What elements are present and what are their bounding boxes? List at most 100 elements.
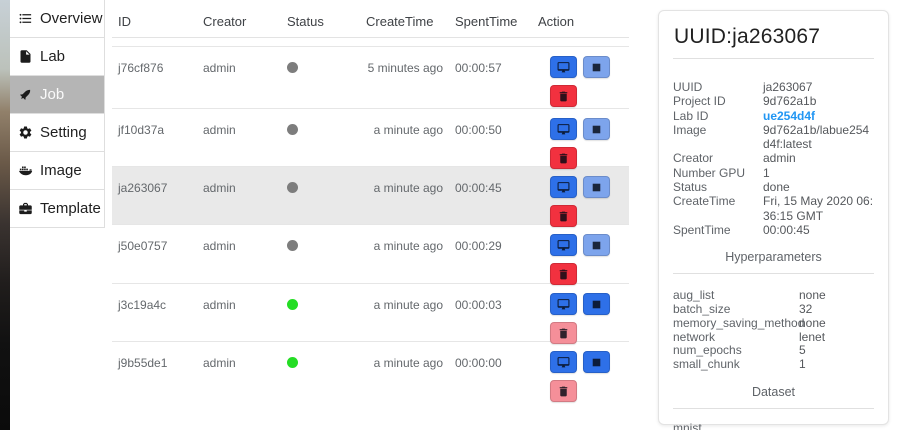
table-row[interactable]: j3c19a4c admin a minute ago 00:00:03 xyxy=(112,284,629,342)
table-spacer-row xyxy=(112,38,629,47)
job-createtime: a minute ago xyxy=(366,284,443,312)
field-value: 00:00:45 xyxy=(763,223,874,237)
job-spenttime: 00:00:57 xyxy=(443,47,537,75)
stop-icon xyxy=(590,123,603,136)
field-value: Fri, 15 May 2020 06:36:15 GMT xyxy=(763,194,874,223)
status-dot-running xyxy=(287,357,298,368)
column-header-id: ID xyxy=(118,14,203,29)
sidebar-item-label: Image xyxy=(40,162,82,179)
lab-id-link[interactable]: ue254d4f xyxy=(763,109,874,123)
field-value: ja263067 xyxy=(763,80,874,94)
view-log-button[interactable] xyxy=(550,176,577,198)
table-row-selected[interactable]: ja263067 admin a minute ago 00:00:45 xyxy=(112,167,629,225)
monitor-icon xyxy=(557,181,570,194)
param-label: small_chunk xyxy=(673,358,799,372)
sidebar-item-overview[interactable]: Overview xyxy=(10,0,104,38)
rocket-icon xyxy=(18,87,33,102)
sidebar-item-label: Lab xyxy=(40,48,65,65)
field-value: 9d762a1b/labue254d4f:latest xyxy=(763,123,874,152)
monitor-icon xyxy=(557,61,570,74)
field-value: admin xyxy=(763,151,874,165)
job-creator: admin xyxy=(203,284,287,312)
param-value: 32 xyxy=(799,303,874,317)
trash-icon xyxy=(557,210,570,223)
sidebar-item-template[interactable]: Template xyxy=(10,190,104,228)
monitor-icon xyxy=(557,239,570,252)
delete-button[interactable] xyxy=(550,263,577,285)
divider xyxy=(673,408,874,409)
trash-icon xyxy=(557,385,570,398)
job-creator: admin xyxy=(203,167,287,195)
view-log-button[interactable] xyxy=(550,118,577,140)
job-id: j76cf876 xyxy=(118,47,203,75)
file-icon xyxy=(18,49,33,64)
job-createtime: 5 minutes ago xyxy=(366,47,443,75)
detail-title: UUID:ja263067 xyxy=(674,25,874,49)
param-label: memory_saving_method xyxy=(673,317,799,331)
table-row[interactable]: jf10d37a admin a minute ago 00:00:50 xyxy=(112,109,629,167)
delete-button[interactable] xyxy=(550,147,577,169)
param-value: none xyxy=(799,317,874,331)
job-spenttime: 00:00:45 xyxy=(443,167,537,195)
column-header-spenttime: SpentTime xyxy=(443,14,537,29)
sidebar-item-setting[interactable]: Setting xyxy=(10,114,104,152)
param-value: 5 xyxy=(799,344,874,358)
table-row[interactable]: j76cf876 admin 5 minutes ago 00:00:57 xyxy=(112,47,629,109)
param-label: network xyxy=(673,331,799,345)
delete-button[interactable] xyxy=(550,380,577,402)
trash-icon xyxy=(557,152,570,165)
dataset-value: mnist xyxy=(673,421,874,430)
table-row[interactable]: j9b55de1 admin a minute ago 00:00:00 xyxy=(112,342,629,428)
sidebar: Overview Lab Job Setting Image Template xyxy=(10,0,105,228)
trash-icon xyxy=(557,268,570,281)
job-creator: admin xyxy=(203,342,287,370)
view-log-button[interactable] xyxy=(550,351,577,373)
stop-button[interactable] xyxy=(583,234,610,256)
sidebar-item-label: Job xyxy=(40,86,64,103)
hyperparameters-section-title: Hyperparameters xyxy=(673,250,874,264)
stop-button[interactable] xyxy=(583,176,610,198)
stop-button[interactable] xyxy=(583,118,610,140)
status-dot-done xyxy=(287,240,298,251)
param-value: lenet xyxy=(799,331,874,345)
field-label: Project ID xyxy=(673,94,763,108)
stop-button[interactable] xyxy=(583,293,610,315)
dataset-section-title: Dataset xyxy=(673,385,874,399)
job-creator: admin xyxy=(203,225,287,253)
job-creator: admin xyxy=(203,47,287,75)
delete-button[interactable] xyxy=(550,205,577,227)
view-log-button[interactable] xyxy=(550,293,577,315)
view-log-button[interactable] xyxy=(550,234,577,256)
stop-icon xyxy=(590,239,603,252)
hyperparameters-list: aug_listnone batch_size32 memory_saving_… xyxy=(673,289,874,372)
trash-icon xyxy=(557,90,570,103)
param-value: none xyxy=(799,289,874,303)
field-label: SpentTime xyxy=(673,223,763,237)
table-row[interactable]: j50e0757 admin a minute ago 00:00:29 xyxy=(112,225,629,284)
sidebar-item-lab[interactable]: Lab xyxy=(10,38,104,76)
stop-button[interactable] xyxy=(583,56,610,78)
job-createtime: a minute ago xyxy=(366,225,443,253)
sidebar-item-label: Overview xyxy=(40,10,103,27)
divider xyxy=(673,58,874,59)
delete-button[interactable] xyxy=(550,85,577,107)
stop-icon xyxy=(590,298,603,311)
job-id: j50e0757 xyxy=(118,225,203,253)
jobs-table: ID Creator Status CreateTime SpentTime A… xyxy=(112,0,629,430)
column-header-action: Action xyxy=(537,14,629,29)
delete-button[interactable] xyxy=(550,322,577,344)
sidebar-item-image[interactable]: Image xyxy=(10,152,104,190)
job-spenttime: 00:00:50 xyxy=(443,109,537,137)
docker-whale-icon xyxy=(18,163,33,178)
job-id: ja263067 xyxy=(118,167,203,195)
job-id: j9b55de1 xyxy=(118,342,203,370)
field-value: 9d762a1b xyxy=(763,94,874,108)
stop-button[interactable] xyxy=(583,351,610,373)
stop-icon xyxy=(590,181,603,194)
column-header-createtime: CreateTime xyxy=(366,14,443,29)
job-id: jf10d37a xyxy=(118,109,203,137)
param-label: batch_size xyxy=(673,303,799,317)
sidebar-item-job[interactable]: Job xyxy=(10,76,104,114)
param-label: aug_list xyxy=(673,289,799,303)
view-log-button[interactable] xyxy=(550,56,577,78)
